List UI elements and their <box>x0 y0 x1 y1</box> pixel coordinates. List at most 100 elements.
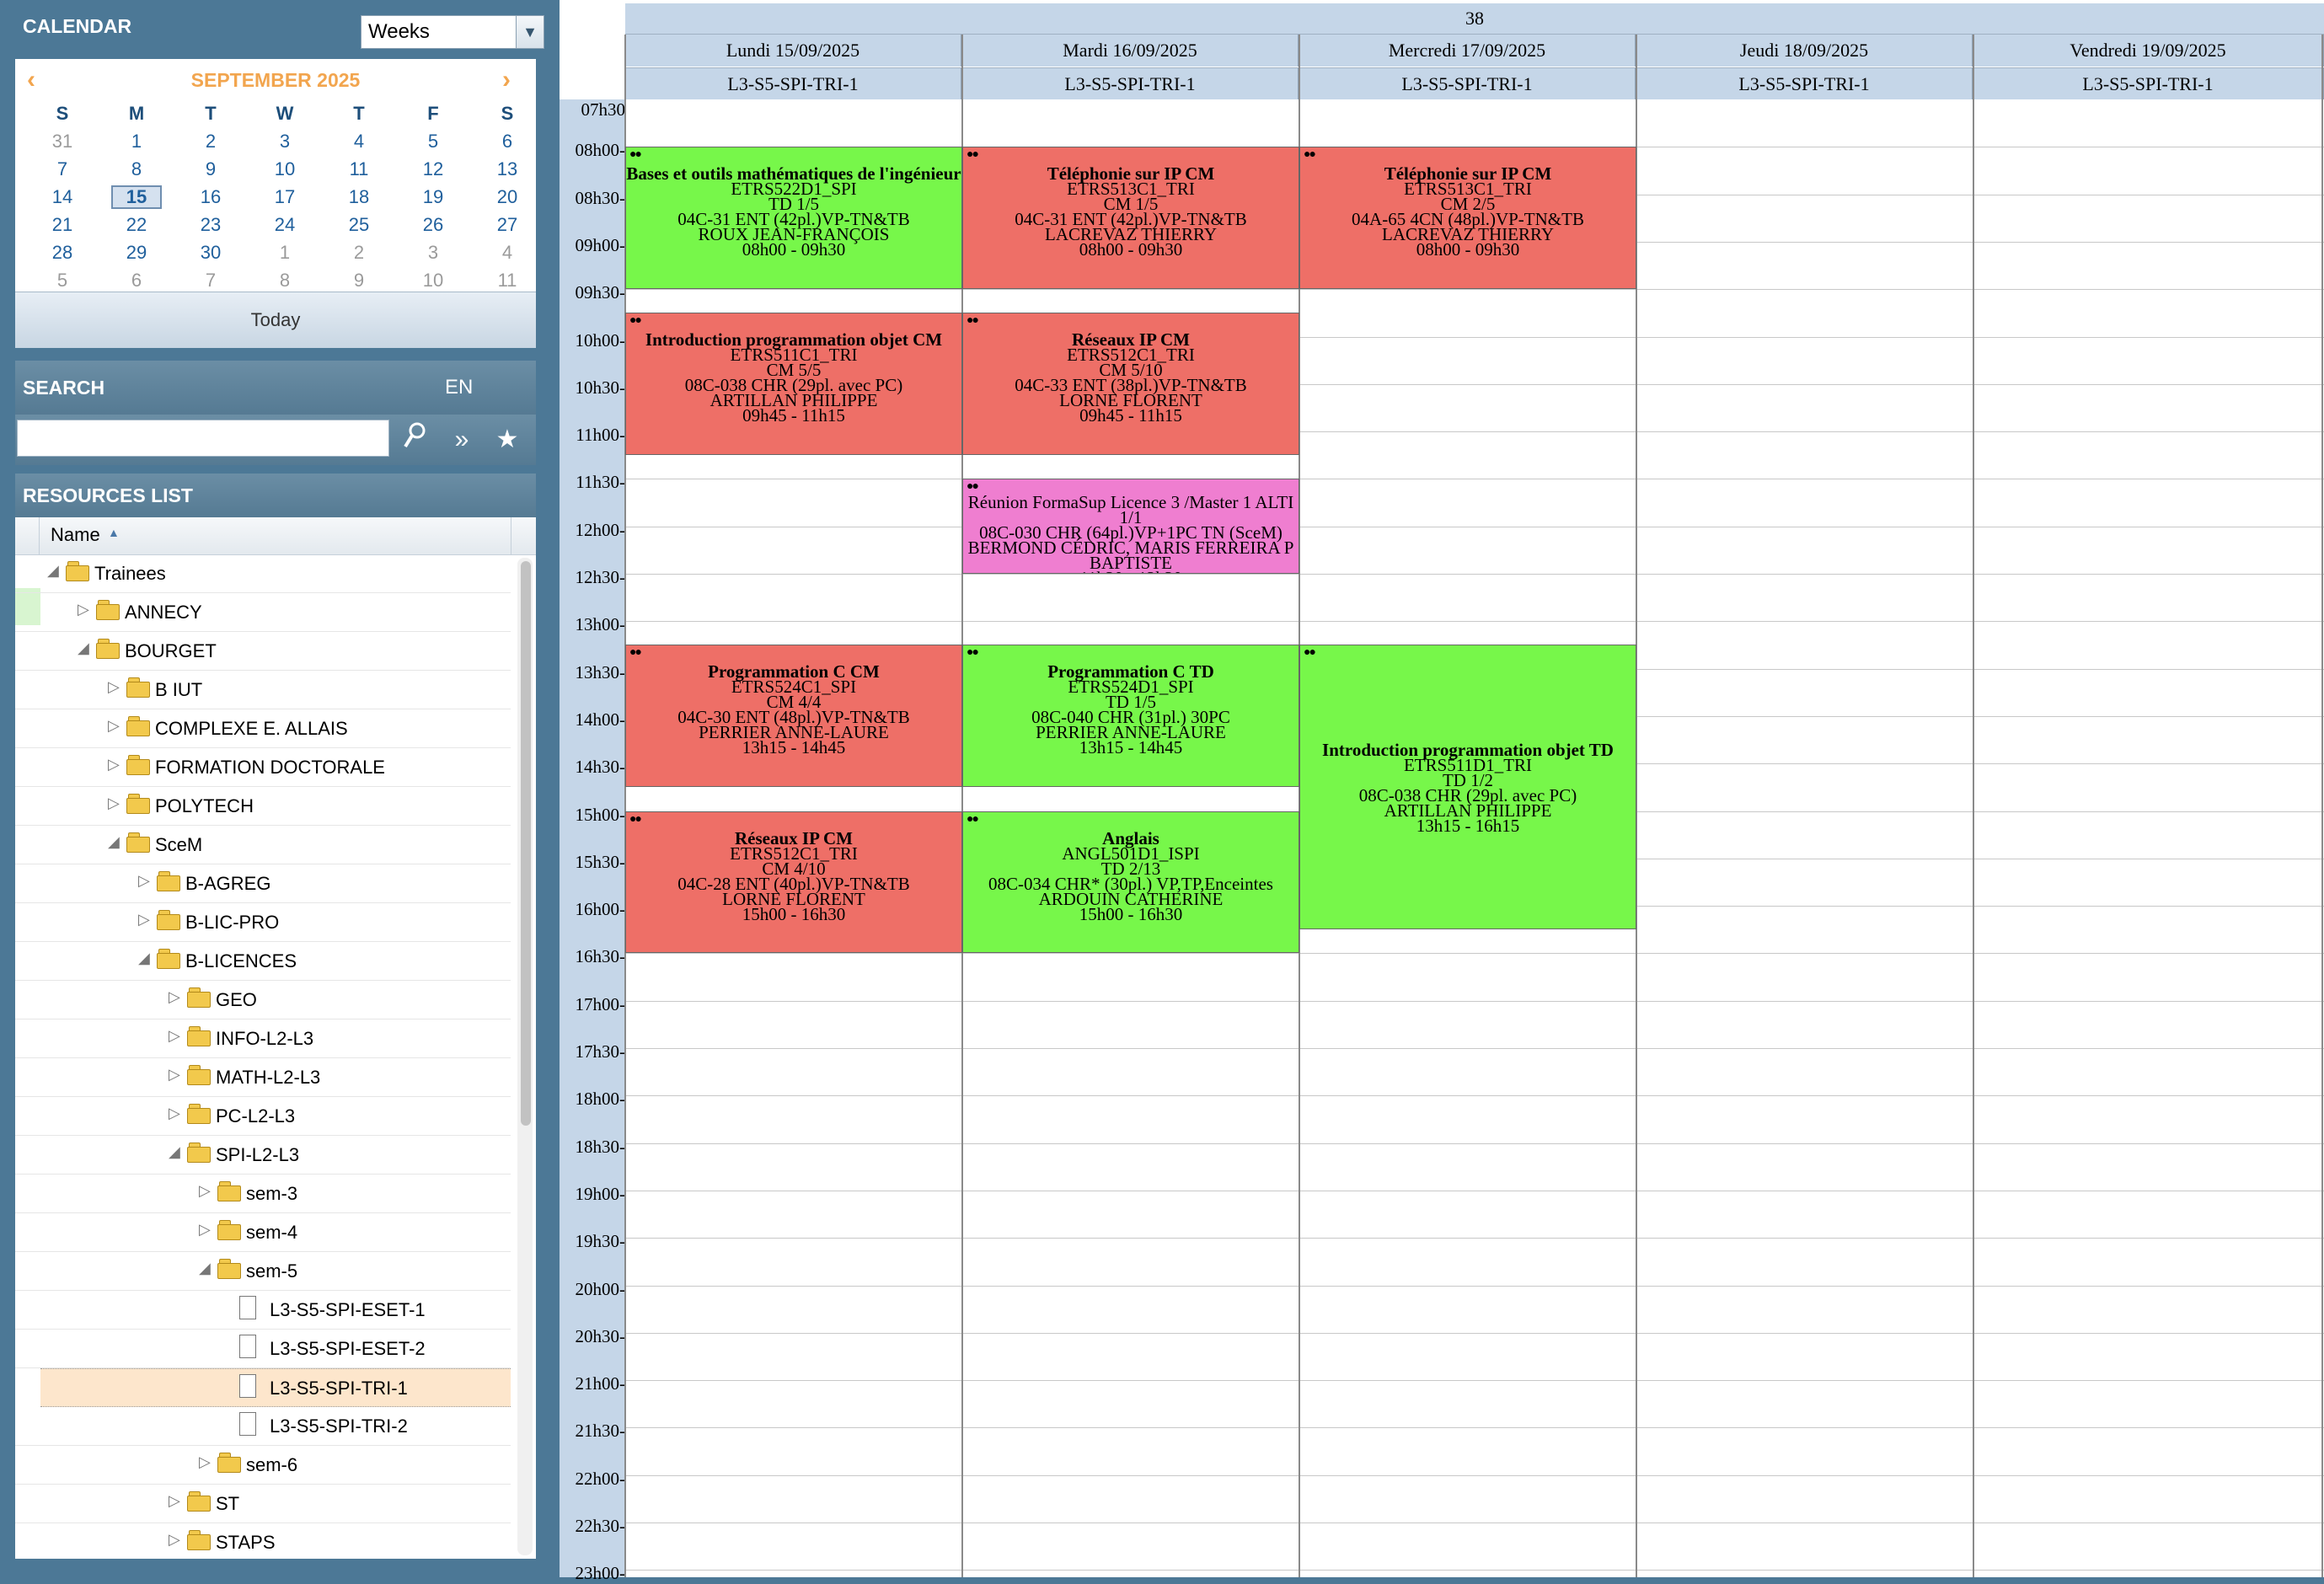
calendar-day[interactable]: 19 <box>408 185 458 209</box>
collapsed-triangle-icon[interactable]: ▷ <box>169 1105 180 1122</box>
calendar-day[interactable]: 13 <box>482 158 533 181</box>
collapsed-triangle-icon[interactable]: ▷ <box>169 1492 180 1510</box>
chevron-right-icon[interactable]: › <box>502 66 511 94</box>
tree-item[interactable]: L3-S5-SPI-ESET-2 <box>15 1330 511 1368</box>
collapsed-triangle-icon[interactable]: ▷ <box>169 1066 180 1084</box>
calendar-day[interactable]: 26 <box>408 213 458 237</box>
chevron-down-icon[interactable]: ▼ <box>516 16 544 48</box>
tree-item[interactable]: ▷ sem-6 <box>15 1446 511 1485</box>
calendar-day[interactable]: 5 <box>37 269 88 292</box>
event-block[interactable]: ●● Anglais ANGL501D1_ISPI TD 2/13 08C-034 CH… <box>962 811 1299 954</box>
day-header[interactable]: Vendredi 19/09/2025 <box>1973 35 2324 67</box>
search-icon[interactable] <box>396 421 433 458</box>
calendar-day[interactable]: 10 <box>408 269 458 292</box>
calendar-day[interactable]: 8 <box>260 269 310 292</box>
event-block[interactable]: ●● Réseaux IP CM ETRS512C1_TRI CM 5/10 04C-3… <box>962 313 1299 456</box>
calendar-day[interactable]: 14 <box>37 185 88 209</box>
collapsed-triangle-icon[interactable]: ▷ <box>138 872 150 890</box>
calendar-day[interactable]: 21 <box>37 213 88 237</box>
tree-item[interactable]: ▷ POLYTECH <box>15 787 511 826</box>
calendar-day[interactable]: 31 <box>37 130 88 153</box>
calendar-day[interactable]: 22 <box>111 213 162 237</box>
double-chevron-right-icon[interactable]: » <box>443 421 480 458</box>
calendar-day[interactable]: 2 <box>185 130 236 153</box>
calendar-day[interactable]: 4 <box>334 130 384 153</box>
tree-item[interactable]: ▷ INFO-L2-L3 <box>15 1019 511 1058</box>
calendar-day[interactable]: 12 <box>408 158 458 181</box>
calendar-day[interactable]: 6 <box>482 130 533 153</box>
tree-item[interactable]: ◢ SceM <box>15 826 511 864</box>
calendar-day[interactable]: 3 <box>408 241 458 265</box>
tree-item[interactable]: ▷ ANNECY <box>15 593 511 632</box>
tree-item[interactable]: ▷ COMPLEXE E. ALLAIS <box>15 709 511 748</box>
collapsed-triangle-icon[interactable]: ▷ <box>78 601 89 618</box>
event-block[interactable]: ●● Téléphonie sur IP CM ETRS513C1_TRI CM 1/… <box>962 147 1299 290</box>
collapsed-triangle-icon[interactable]: ▷ <box>199 1453 211 1471</box>
collapsed-triangle-icon[interactable]: ▷ <box>169 1531 180 1549</box>
collapsed-triangle-icon[interactable]: ▷ <box>138 911 150 928</box>
calendar-day[interactable]: 25 <box>334 213 384 237</box>
event-block[interactable]: ●● Programmation C TD ETRS524D1_SPI TD 1/5 0… <box>962 645 1299 788</box>
calendar-day[interactable]: 7 <box>185 269 236 292</box>
event-block[interactable]: ●● Programmation C CM ETRS524C1_SPI CM 4/4 0… <box>625 645 962 788</box>
tree-item[interactable]: ▷ ST <box>15 1485 511 1523</box>
calendar-day[interactable]: 5 <box>408 130 458 153</box>
calendar-day[interactable]: 28 <box>37 241 88 265</box>
tree-item[interactable]: ▷ FORMATION DOCTORALE <box>15 748 511 787</box>
star-icon[interactable]: ★ <box>489 421 526 458</box>
event-block[interactable]: ●● Bases et outils mathématiques de l'ing… <box>625 147 962 290</box>
calendar-day[interactable]: 7 <box>37 158 88 181</box>
tree-item[interactable]: ▷ GEO <box>15 981 511 1019</box>
view-select[interactable]: Weeks ▼ <box>361 15 544 49</box>
collapsed-triangle-icon[interactable]: ▷ <box>169 988 180 1006</box>
tree-item[interactable]: ◢ B-LICENCES <box>15 942 511 981</box>
calendar-day[interactable]: 4 <box>482 241 533 265</box>
calendar-day[interactable]: 6 <box>111 269 162 292</box>
calendar-day[interactable]: 10 <box>260 158 310 181</box>
calendar-day[interactable]: 23 <box>185 213 236 237</box>
tree-item[interactable]: ▷ PC-L2-L3 <box>15 1097 511 1136</box>
calendar-day[interactable]: 20 <box>482 185 533 209</box>
tree-item[interactable]: ◢ Trainees <box>15 554 511 593</box>
calendar-day[interactable]: 1 <box>111 130 162 153</box>
collapsed-triangle-icon[interactable]: ▷ <box>199 1182 211 1200</box>
expanded-triangle-icon[interactable]: ◢ <box>47 562 59 580</box>
collapsed-triangle-icon[interactable]: ▷ <box>169 1027 180 1045</box>
day-header[interactable]: Mercredi 17/09/2025 <box>1299 35 1636 67</box>
tree-item[interactable]: ▷ STAPS <box>15 1523 511 1559</box>
tree-item[interactable]: L3-S5-SPI-TRI-2 <box>15 1407 511 1446</box>
expanded-triangle-icon[interactable]: ◢ <box>199 1260 211 1277</box>
collapsed-triangle-icon[interactable]: ▷ <box>108 717 120 735</box>
resources-column-header[interactable]: Name ▲ <box>15 517 536 555</box>
tree-item[interactable]: ◢ SPI-L2-L3 <box>15 1136 511 1175</box>
calendar-day[interactable]: 11 <box>334 158 384 181</box>
tree-item[interactable]: ▷ MATH-L2-L3 <box>15 1058 511 1097</box>
calendar-day[interactable]: 17 <box>260 185 310 209</box>
calendar-day[interactable]: 29 <box>111 241 162 265</box>
calendar-day[interactable]: 18 <box>334 185 384 209</box>
today-button[interactable]: Today <box>15 292 536 348</box>
event-block[interactable]: ●● Réseaux IP CM ETRS512C1_TRI CM 4/10 04C-2… <box>625 811 962 954</box>
language-switch[interactable]: EN <box>445 361 473 415</box>
collapsed-triangle-icon[interactable]: ▷ <box>108 756 120 773</box>
event-block[interactable]: ●● Introduction programmation objet TD ETR… <box>1299 645 1636 930</box>
tree-item[interactable]: ▷ B-AGREG <box>15 864 511 903</box>
event-block[interactable]: ●● Réunion FormaSup Licence 3 /Master 1 A… <box>962 479 1299 574</box>
collapsed-triangle-icon[interactable]: ▷ <box>108 795 120 812</box>
expanded-triangle-icon[interactable]: ◢ <box>78 639 89 657</box>
tree-item[interactable]: ◢ BOURGET <box>15 632 511 671</box>
calendar-day[interactable]: 27 <box>482 213 533 237</box>
calendar-day[interactable]: 2 <box>334 241 384 265</box>
tree-item[interactable]: L3-S5-SPI-ESET-1 <box>15 1291 511 1330</box>
calendar-day[interactable]: 8 <box>111 158 162 181</box>
event-block[interactable]: ●● Introduction programmation objet CM ETR… <box>625 313 962 456</box>
collapsed-triangle-icon[interactable]: ▷ <box>199 1221 211 1239</box>
calendar-day[interactable]: 9 <box>185 158 236 181</box>
tree-item[interactable]: ▷ sem-4 <box>15 1213 511 1252</box>
calendar-day[interactable]: 16 <box>185 185 236 209</box>
day-header[interactable]: Mardi 16/09/2025 <box>962 35 1299 67</box>
scrollbar-thumb[interactable] <box>521 561 531 1126</box>
collapsed-triangle-icon[interactable]: ▷ <box>108 678 120 696</box>
calendar-day[interactable]: 9 <box>334 269 384 292</box>
calendar-day[interactable]: 3 <box>260 130 310 153</box>
